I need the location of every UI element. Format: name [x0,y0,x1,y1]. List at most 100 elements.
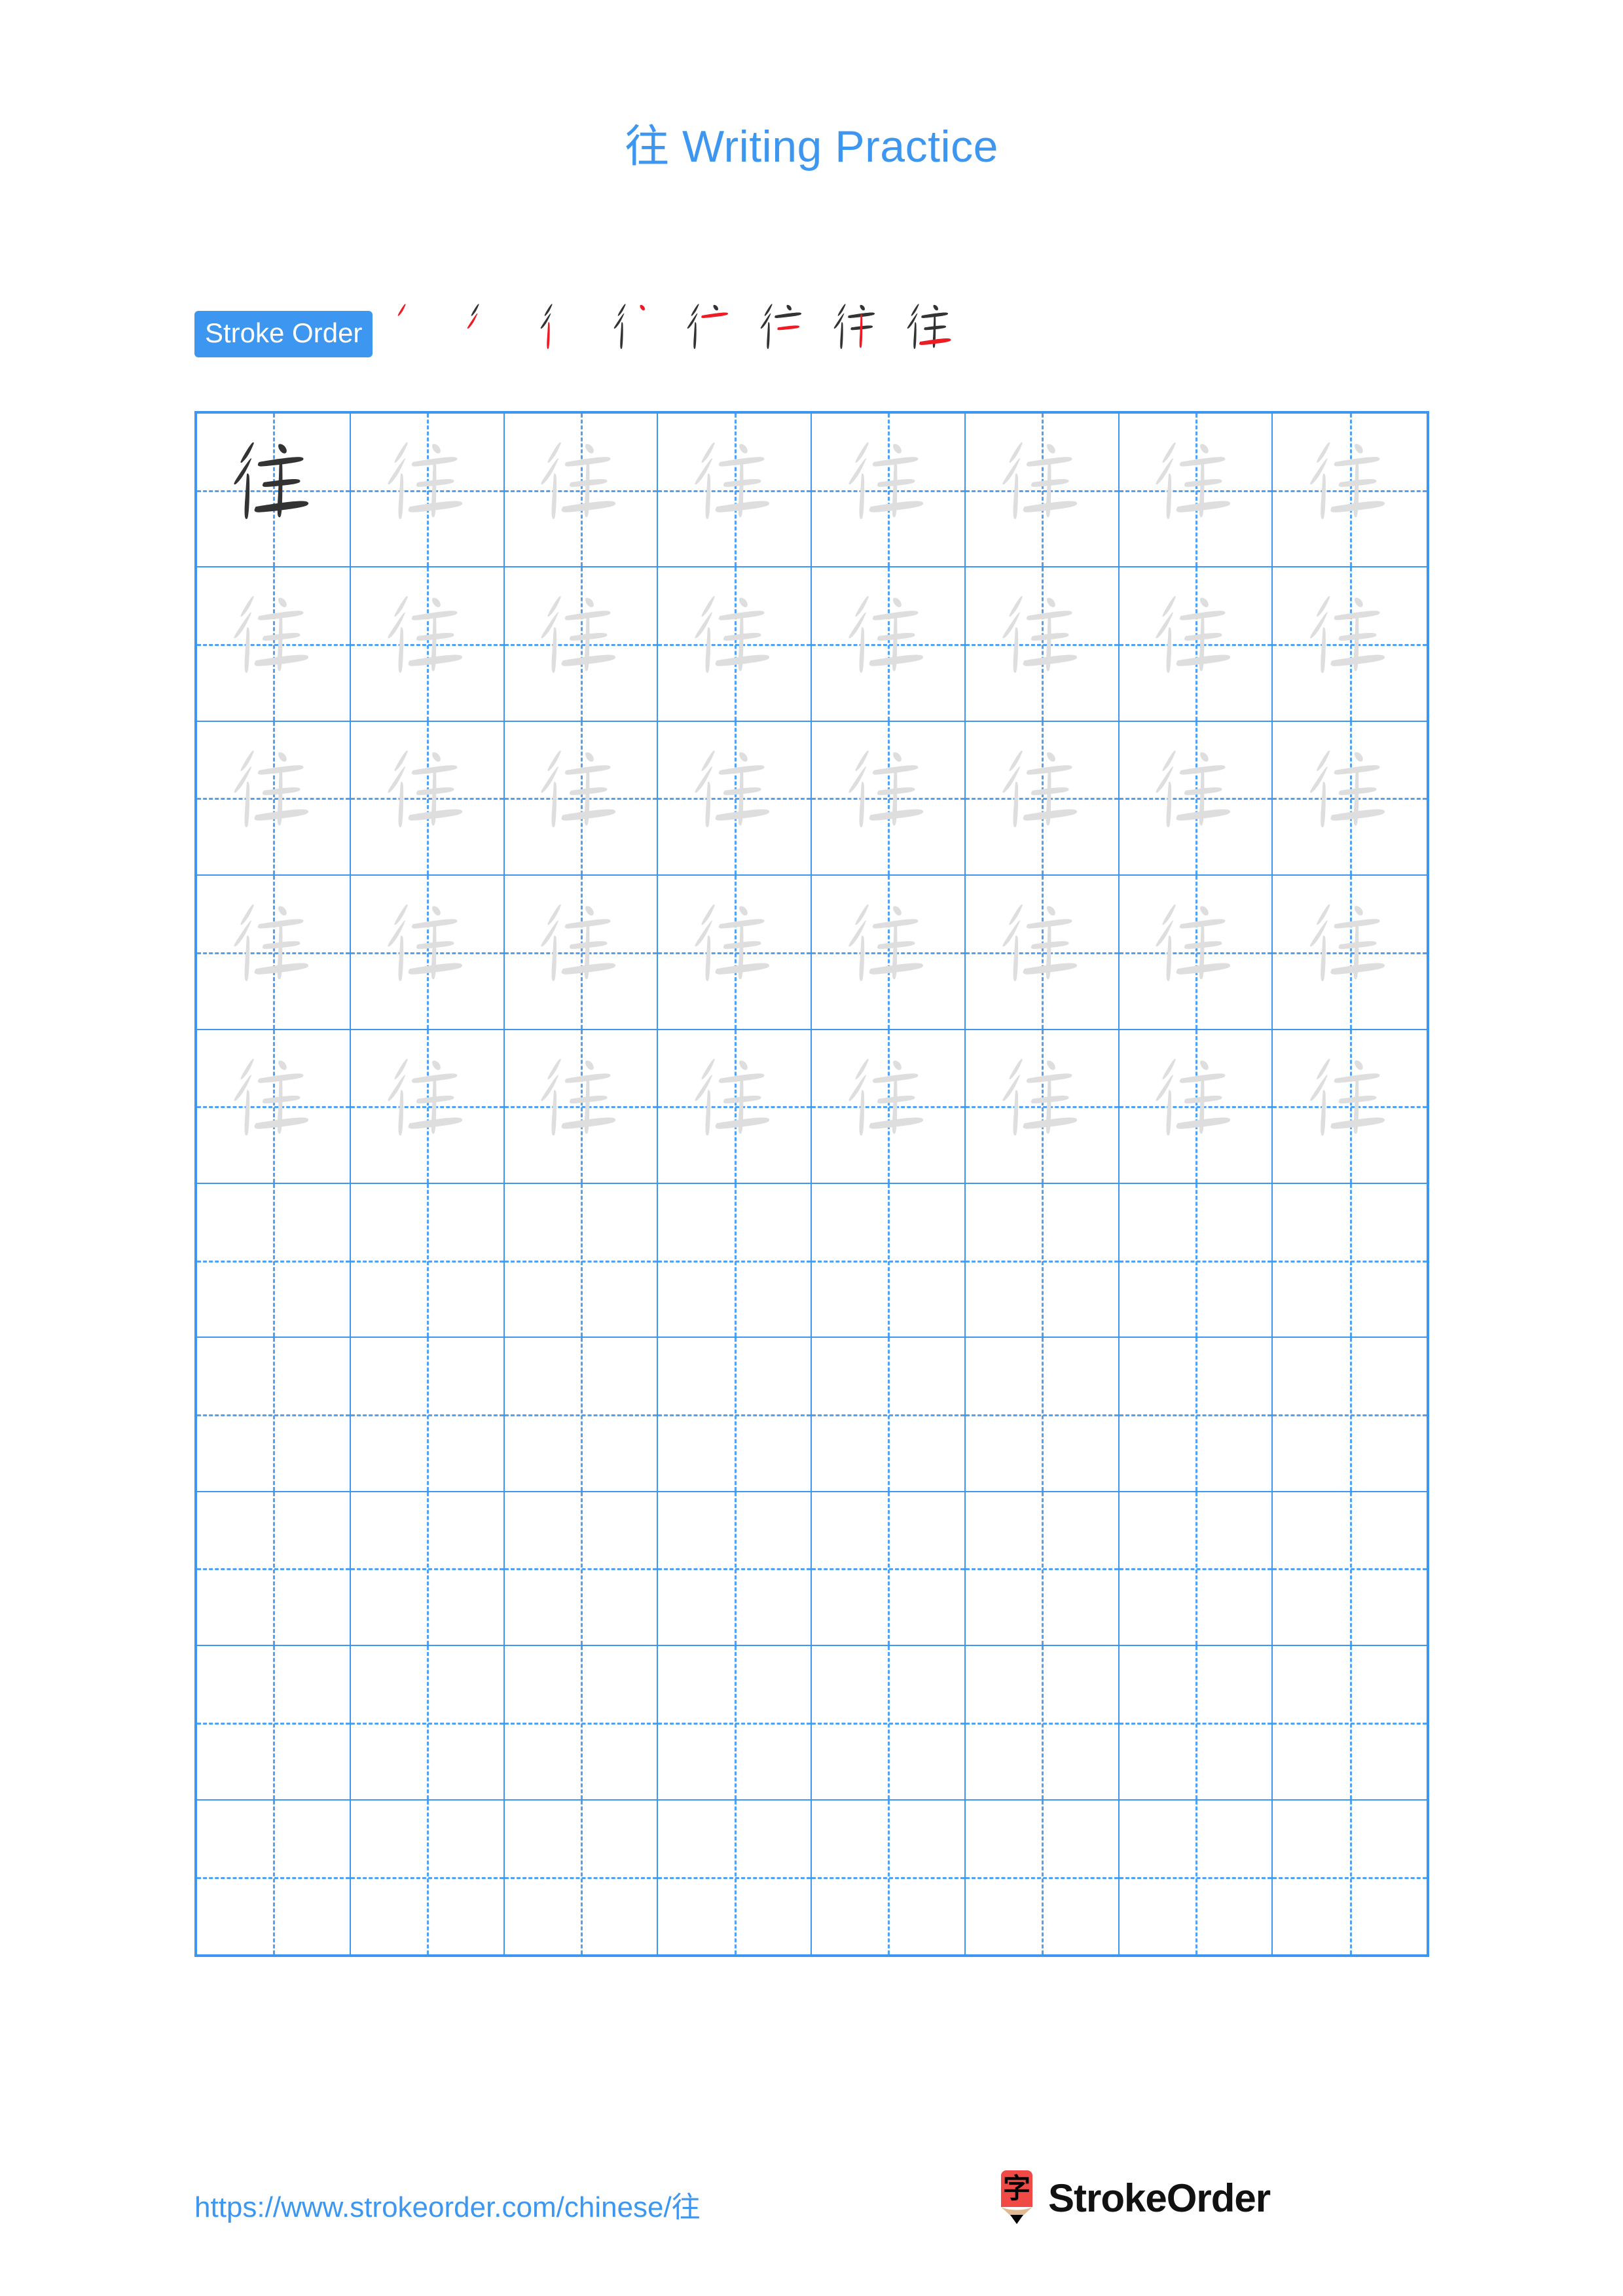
practice-cell-r3-c6[interactable] [965,721,1120,876]
brand-name: StrokeOrder [1048,2176,1271,2220]
practice-cell-r6-c2[interactable] [350,1183,505,1338]
practice-cell-r4-c5[interactable] [812,876,966,1030]
practice-cell-r7-c4[interactable] [658,1338,812,1492]
practice-cell-r2-c1[interactable] [197,567,351,722]
practice-cell-r7-c7[interactable] [1119,1338,1273,1492]
practice-cell-r6-c7[interactable] [1119,1183,1273,1338]
tracing-character [812,567,964,720]
practice-cell-r8-c6[interactable] [965,1492,1120,1647]
practice-cell-r1-c7[interactable] [1119,414,1273,568]
practice-cell-r6-c1[interactable] [197,1183,351,1338]
practice-cell-r1-c1[interactable] [197,414,351,568]
practice-cell-r4-c3[interactable] [504,876,659,1030]
practice-cell-r2-c6[interactable] [965,567,1120,722]
practice-cell-r3-c2[interactable] [350,721,505,876]
practice-cell-r7-c8[interactable] [1273,1338,1427,1492]
tracing-character [658,722,811,874]
practice-cell-r2-c4[interactable] [658,567,812,722]
practice-cell-r8-c8[interactable] [1273,1492,1427,1647]
practice-cell-r7-c6[interactable] [965,1338,1120,1492]
practice-cell-r3-c5[interactable] [812,721,966,876]
practice-cell-r9-c1[interactable] [197,1646,351,1801]
practice-cell-r6-c6[interactable] [965,1183,1120,1338]
practice-cell-r8-c5[interactable] [812,1492,966,1647]
practice-cell-r5-c2[interactable] [350,1030,505,1184]
practice-cell-r1-c5[interactable] [812,414,966,568]
practice-cell-r2-c5[interactable] [812,567,966,722]
practice-cell-r5-c5[interactable] [812,1030,966,1184]
tracing-character [351,1030,503,1183]
practice-cell-r10-c7[interactable] [1119,1800,1273,1954]
practice-cell-r4-c4[interactable] [658,876,812,1030]
practice-cell-r3-c3[interactable] [504,721,659,876]
tracing-character [812,722,964,874]
tracing-character [505,722,657,874]
page-title-character: 往 [625,121,670,173]
practice-cell-r5-c8[interactable] [1273,1030,1427,1184]
practice-cell-r10-c3[interactable] [504,1800,659,1954]
practice-cell-r1-c6[interactable] [965,414,1120,568]
tracing-character [1273,722,1427,874]
practice-cell-r4-c8[interactable] [1273,876,1427,1030]
practice-cell-r1-c2[interactable] [350,414,505,568]
practice-cell-r1-c8[interactable] [1273,414,1427,568]
practice-cell-r5-c3[interactable] [504,1030,659,1184]
practice-cell-r10-c5[interactable] [812,1800,966,1954]
practice-cell-r3-c8[interactable] [1273,721,1427,876]
practice-cell-r4-c2[interactable] [350,876,505,1030]
practice-cell-r2-c7[interactable] [1119,567,1273,722]
practice-cell-r9-c6[interactable] [965,1646,1120,1801]
practice-cell-r7-c3[interactable] [504,1338,659,1492]
practice-cell-r8-c2[interactable] [350,1492,505,1647]
practice-cell-r9-c3[interactable] [504,1646,659,1801]
practice-cell-r2-c8[interactable] [1273,567,1427,722]
practice-cell-r5-c7[interactable] [1119,1030,1273,1184]
tracing-character [505,567,657,720]
practice-cell-r8-c1[interactable] [197,1492,351,1647]
practice-cell-r3-c4[interactable] [658,721,812,876]
practice-cell-r7-c1[interactable] [197,1338,351,1492]
tracing-character [505,876,657,1028]
practice-cell-r9-c2[interactable] [350,1646,505,1801]
practice-cell-r10-c6[interactable] [965,1800,1120,1954]
tracing-character [1120,567,1272,720]
practice-cell-r3-c1[interactable] [197,721,351,876]
practice-cell-r3-c7[interactable] [1119,721,1273,876]
practice-cell-r5-c4[interactable] [658,1030,812,1184]
practice-cell-r2-c3[interactable] [504,567,659,722]
practice-cell-r6-c3[interactable] [504,1183,659,1338]
practice-cell-r10-c8[interactable] [1273,1800,1427,1954]
practice-cell-r6-c4[interactable] [658,1183,812,1338]
practice-cell-r4-c6[interactable] [965,876,1120,1030]
practice-cell-r10-c4[interactable] [658,1800,812,1954]
footer-url-text: https://www.strokeorder.com/chinese/往 [194,2191,701,2223]
practice-cell-r6-c8[interactable] [1273,1183,1427,1338]
example-character [197,414,350,566]
practice-cell-r8-c7[interactable] [1119,1492,1273,1647]
practice-cell-r8-c3[interactable] [504,1492,659,1647]
practice-cell-r9-c8[interactable] [1273,1646,1427,1801]
practice-cell-r4-c7[interactable] [1119,876,1273,1030]
practice-cell-r9-c5[interactable] [812,1646,966,1801]
practice-cell-r1-c3[interactable] [504,414,659,568]
footer-url[interactable]: https://www.strokeorder.com/chinese/往 [194,2183,701,2225]
tracing-character [966,1030,1118,1183]
practice-cell-r7-c5[interactable] [812,1338,966,1492]
practice-cell-r10-c2[interactable] [350,1800,505,1954]
practice-cell-r5-c6[interactable] [965,1030,1120,1184]
tracing-character [197,1030,350,1183]
stroke-step-3 [527,293,600,366]
practice-cell-r10-c1[interactable] [197,1800,351,1954]
tracing-character [658,414,811,566]
practice-cell-r4-c1[interactable] [197,876,351,1030]
practice-cell-r5-c1[interactable] [197,1030,351,1184]
practice-cell-r8-c4[interactable] [658,1492,812,1647]
practice-cell-r2-c2[interactable] [350,567,505,722]
practice-cell-r9-c4[interactable] [658,1646,812,1801]
practice-cell-r9-c7[interactable] [1119,1646,1273,1801]
practice-cell-r7-c2[interactable] [350,1338,505,1492]
tracing-character [658,1030,811,1183]
tracing-character [197,722,350,874]
practice-cell-r6-c5[interactable] [812,1183,966,1338]
practice-cell-r1-c4[interactable] [658,414,812,568]
